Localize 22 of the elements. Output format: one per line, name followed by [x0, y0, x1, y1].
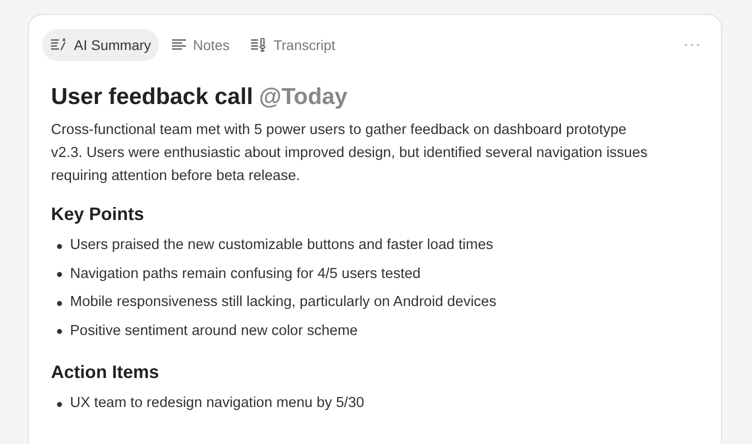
list-item: Positive sentiment around new color scheme [70, 322, 358, 341]
bullet-icon [57, 300, 62, 306]
note-title: User feedback call [51, 82, 254, 111]
tab[interactable]: AI Summary [42, 29, 160, 61]
section-heading: Action Items [51, 361, 160, 384]
date-tag: @Today [259, 81, 348, 111]
list-item: UX team to redesign navigation menu by 5/30 [70, 394, 364, 414]
section-heading: Key Points [51, 203, 146, 226]
text-lines-icon [171, 39, 188, 51]
list-item: Navigation paths remain confusing for 4/5 users tested [70, 264, 421, 284]
list-item: Mobile responsiveness still lacking, particularly on Android devices [70, 293, 496, 312]
bullet-icon [57, 272, 62, 278]
lines-microphone-icon [250, 38, 268, 52]
tab[interactable]: Transcript [242, 29, 344, 61]
bullet-icon [57, 244, 62, 249]
bullet-icon [57, 329, 62, 334]
bullet-icon [57, 402, 62, 407]
list-item: Users praised the new customizable buttons and faster load times [70, 236, 494, 256]
tab[interactable]: Notes [163, 29, 238, 61]
sparkle-lines-icon [50, 38, 68, 52]
summary-text: Cross-functional team met with 5 power users to gather feedback on dashboard prototype v2.3. Users were enthusiastic about improved design, but identified several navigation issues requiring attention before beta release. [51, 121, 648, 186]
more-icon[interactable] [684, 43, 700, 47]
